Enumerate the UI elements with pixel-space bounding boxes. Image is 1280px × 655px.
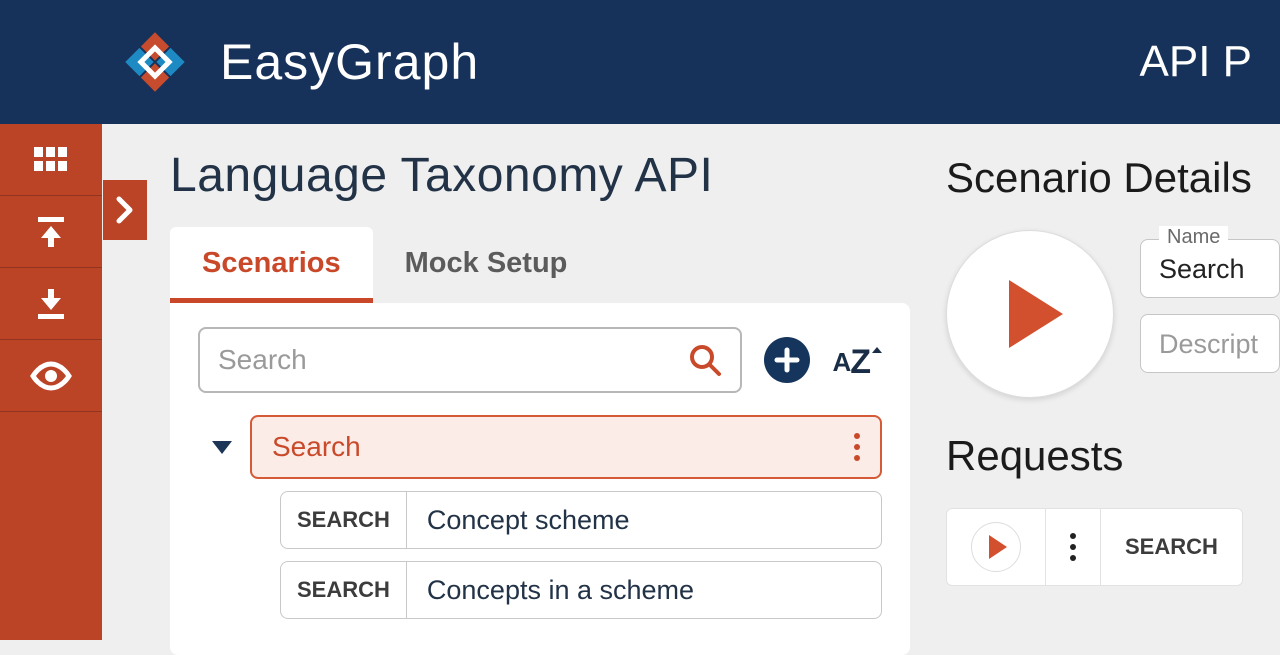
- method-badge: SEARCH: [280, 491, 406, 549]
- name-field[interactable]: Name Search: [1140, 239, 1280, 298]
- kebab-icon: [1070, 533, 1076, 561]
- request-menu-button[interactable]: [1046, 509, 1101, 585]
- chevron-right-icon: [116, 196, 134, 224]
- sort-az-button[interactable]: AZ: [832, 341, 882, 380]
- search-input[interactable]: [218, 344, 688, 376]
- brand-name: EasyGraph: [220, 33, 479, 91]
- app-header: EasyGraph API P: [0, 0, 1280, 124]
- request-row: SEARCH: [946, 508, 1243, 586]
- tree-node-selected[interactable]: Search: [250, 415, 882, 479]
- name-field-value: Search: [1159, 254, 1261, 285]
- tree-node-label: Search: [272, 431, 361, 463]
- scenario-details-title: Scenario Details: [946, 154, 1280, 202]
- description-placeholder: Descript: [1159, 329, 1261, 360]
- tab-mock-setup[interactable]: Mock Setup: [373, 227, 600, 303]
- tree-collapse-toggle[interactable]: [212, 441, 232, 454]
- plus-icon: [774, 347, 800, 373]
- brand: EasyGraph: [110, 29, 479, 95]
- tab-panel-scenarios: AZ Search SEARCH Concept scheme SEARCH: [170, 303, 910, 655]
- tree-child-item[interactable]: SEARCH Concepts in a scheme: [280, 561, 882, 619]
- tree-child-label: Concepts in a scheme: [406, 561, 882, 619]
- request-method-badge[interactable]: SEARCH: [1101, 509, 1242, 585]
- tab-scenarios[interactable]: Scenarios: [170, 227, 373, 303]
- tree-node-menu-button[interactable]: [854, 433, 860, 461]
- tree-child-item[interactable]: SEARCH Concept scheme: [280, 491, 882, 549]
- run-scenario-button[interactable]: [946, 230, 1114, 398]
- page-title: Language Taxonomy API: [170, 148, 910, 203]
- name-field-label: Name: [1159, 226, 1228, 249]
- search-icon[interactable]: [688, 343, 722, 377]
- logo-icon: [110, 29, 200, 95]
- search-box[interactable]: [198, 327, 742, 393]
- add-button[interactable]: [764, 337, 810, 383]
- sidebar-eye-icon[interactable]: [0, 340, 102, 412]
- requests-title: Requests: [946, 432, 1280, 480]
- play-icon: [989, 535, 1007, 559]
- method-badge: SEARCH: [280, 561, 406, 619]
- play-icon: [1009, 280, 1063, 348]
- run-request-button[interactable]: [947, 509, 1046, 585]
- description-field[interactable]: Descript: [1140, 314, 1280, 373]
- sidebar: [0, 124, 102, 640]
- sidebar-download-icon[interactable]: [0, 268, 102, 340]
- header-title: API P: [1140, 37, 1253, 87]
- sidebar-upload-icon[interactable]: [0, 196, 102, 268]
- sidebar-expand-button[interactable]: [103, 180, 147, 240]
- tabs: Scenarios Mock Setup: [170, 227, 910, 303]
- sidebar-grid-icon[interactable]: [0, 124, 102, 196]
- tree-child-label: Concept scheme: [406, 491, 882, 549]
